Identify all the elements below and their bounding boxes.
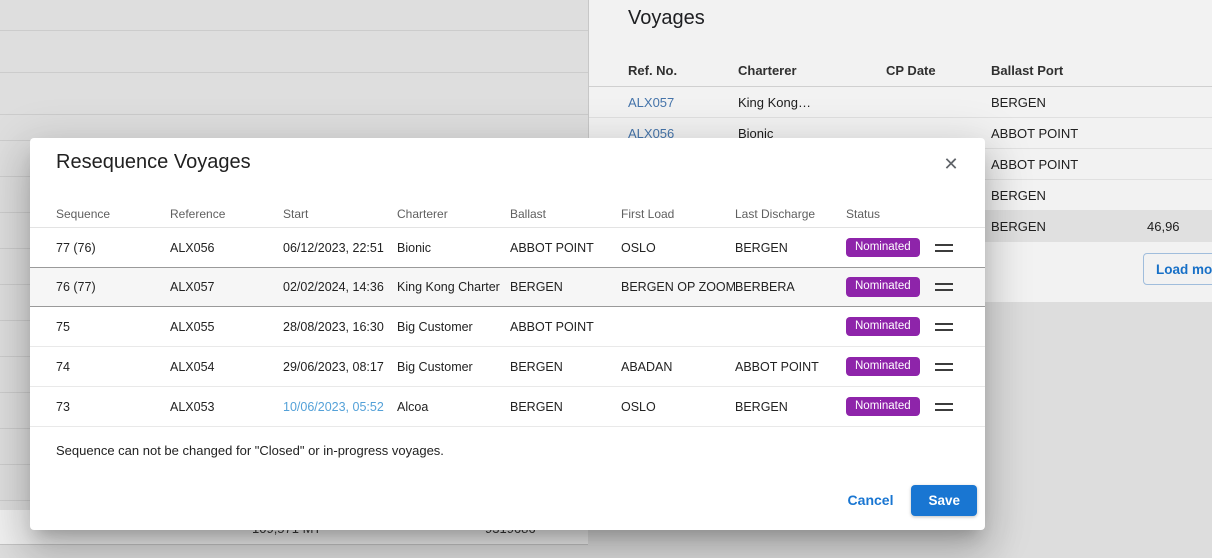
resequence-row: 77 (76)ALX05606/12/2023, 22:51BionicABBO… (30, 228, 985, 268)
charterer-cell: Big Customer (397, 360, 510, 374)
resequence-row: 76 (77)ALX05702/02/2024, 14:36King Kong … (30, 267, 985, 307)
last-discharge-cell: BERGEN (735, 400, 846, 414)
column-header: Reference (170, 207, 283, 221)
resequence-row: 73ALX05310/06/2023, 05:52AlcoaBERGENOSLO… (30, 387, 985, 427)
column-header: Last Discharge (735, 207, 846, 221)
column-header: Status (846, 207, 935, 221)
status-badge: Nominated (846, 357, 920, 377)
status-cell: Nominated (846, 317, 935, 337)
sequence-cell: 76 (77) (56, 280, 170, 294)
resequence-voyages-dialog: Resequence Voyages ✕ SequenceReferenceSt… (30, 138, 985, 530)
column-header: Start (283, 207, 397, 221)
start-cell: 29/06/2023, 08:17 (283, 360, 397, 374)
last-discharge-cell: ABBOT POINT (735, 360, 846, 374)
status-cell: Nominated (846, 357, 935, 377)
sequence-cell: 75 (56, 320, 170, 334)
column-header: Sequence (56, 207, 170, 221)
resequence-table-body: 77 (76)ALX05606/12/2023, 22:51BionicABBO… (30, 228, 985, 427)
reference-cell: ALX057 (170, 280, 283, 294)
drag-handle-icon[interactable] (935, 363, 953, 371)
status-cell: Nominated (846, 397, 935, 417)
drag-handle-icon[interactable] (935, 283, 953, 291)
status-badge: Nominated (846, 277, 920, 297)
dialog-actions: Cancel Save (836, 484, 977, 516)
column-header: Ballast (510, 207, 621, 221)
column-header: Charterer (397, 207, 510, 221)
first-load-cell: OSLO (621, 241, 735, 255)
status-badge: Nominated (846, 397, 920, 417)
start-cell[interactable]: 10/06/2023, 05:52 (283, 400, 397, 414)
ballast-cell: BERGEN (510, 360, 621, 374)
status-badge: Nominated (846, 238, 920, 258)
sequence-cell: 77 (76) (56, 241, 170, 255)
status-cell: Nominated (846, 238, 935, 258)
handle-cell (935, 244, 959, 252)
start-cell: 28/08/2023, 16:30 (283, 320, 397, 334)
dialog-title: Resequence Voyages (56, 151, 251, 174)
cancel-button[interactable]: Cancel (836, 484, 906, 516)
first-load-cell: ABADAN (621, 360, 735, 374)
status-badge: Nominated (846, 317, 920, 337)
reference-cell: ALX055 (170, 320, 283, 334)
drag-handle-icon[interactable] (935, 323, 953, 331)
charterer-cell: King Kong Charter (397, 280, 510, 294)
drag-handle-icon[interactable] (935, 244, 953, 252)
charterer-cell: Bionic (397, 241, 510, 255)
last-discharge-cell: BERBERA (735, 280, 846, 294)
sequence-cell: 73 (56, 400, 170, 414)
sequence-cell: 74 (56, 360, 170, 374)
charterer-cell: Big Customer (397, 320, 510, 334)
start-cell: 06/12/2023, 22:51 (283, 241, 397, 255)
resequence-row: 74ALX05429/06/2023, 08:17Big CustomerBER… (30, 347, 985, 387)
start-cell: 02/02/2024, 14:36 (283, 280, 397, 294)
ballast-cell: ABBOT POINT (510, 241, 621, 255)
ballast-cell: BERGEN (510, 280, 621, 294)
last-discharge-cell: BERGEN (735, 241, 846, 255)
close-icon[interactable]: ✕ (935, 148, 967, 180)
first-load-cell: BERGEN OP ZOOM (621, 280, 735, 294)
status-cell: Nominated (846, 277, 935, 297)
reference-cell: ALX053 (170, 400, 283, 414)
charterer-cell: Alcoa (397, 400, 510, 414)
resequence-table-header: SequenceReferenceStartChartererBallastFi… (30, 200, 985, 228)
sequence-note-text: Sequence can not be changed for "Closed"… (56, 443, 444, 458)
save-button[interactable]: Save (911, 485, 977, 516)
drag-handle-icon[interactable] (935, 403, 953, 411)
reference-cell: ALX056 (170, 241, 283, 255)
handle-cell (935, 323, 959, 331)
first-load-cell: OSLO (621, 400, 735, 414)
ballast-cell: ABBOT POINT (510, 320, 621, 334)
handle-cell (935, 363, 959, 371)
resequence-row: 75ALX05528/08/2023, 16:30Big CustomerABB… (30, 307, 985, 347)
reference-cell: ALX054 (170, 360, 283, 374)
column-header: First Load (621, 207, 735, 221)
handle-cell (935, 403, 959, 411)
handle-cell (935, 283, 959, 291)
ballast-cell: BERGEN (510, 400, 621, 414)
